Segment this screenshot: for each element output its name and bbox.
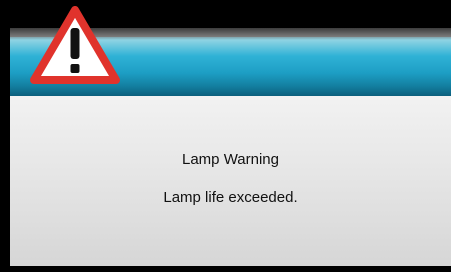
warning-message: Lamp life exceeded.	[163, 189, 298, 206]
warning-triangle-icon	[30, 6, 120, 84]
lamp-warning-dialog: Lamp Warning Lamp life exceeded.	[0, 0, 451, 272]
dialog-body-panel	[10, 96, 451, 266]
warning-title: Lamp Warning	[182, 151, 279, 168]
